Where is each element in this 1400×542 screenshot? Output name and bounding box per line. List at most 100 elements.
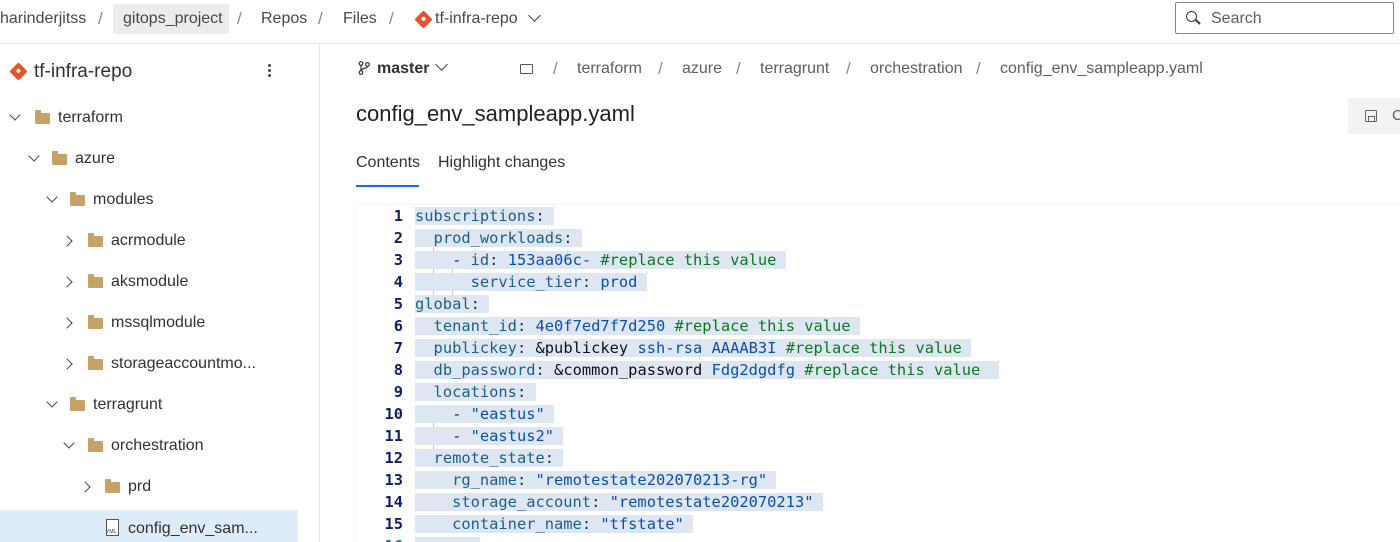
code-editor[interactable]: 1 subscriptions: 2 prod_workloads: 3 - id… bbox=[356, 205, 1400, 542]
line-number: 11 bbox=[384, 427, 403, 445]
code-line[interactable]: 12 remote_state: bbox=[356, 447, 1400, 469]
code-line[interactable]: 4 service_tier: prod bbox=[356, 271, 1400, 293]
code-line[interactable]: 11 - "eastus2" bbox=[356, 425, 1400, 447]
folder-icon bbox=[35, 110, 50, 124]
code-text: ... bbox=[415, 535, 480, 542]
code-text: - "eastus2" bbox=[415, 425, 564, 447]
code-line[interactable]: 15 container_name: "tfstate" bbox=[356, 513, 1400, 535]
chevron-down-icon[interactable] bbox=[528, 9, 541, 22]
chevron-right-icon[interactable] bbox=[61, 317, 73, 329]
tree-item-orchestration[interactable]: orchestration bbox=[0, 427, 298, 468]
chevron-down-icon[interactable] bbox=[63, 437, 75, 449]
code-line[interactable]: 16 ... bbox=[356, 535, 1400, 542]
top-bar: harinderjitss / gitops_project / Repos /… bbox=[0, 0, 1400, 44]
commit-button[interactable]: C bbox=[1348, 98, 1400, 134]
tree-item-azure[interactable]: azure bbox=[0, 140, 298, 181]
chevron-down-icon[interactable] bbox=[46, 396, 58, 408]
tree-item-modules[interactable]: modules bbox=[0, 181, 298, 222]
tree-item-label: prd bbox=[128, 478, 152, 495]
breadcrumb-files[interactable]: Files bbox=[343, 10, 377, 28]
folder-icon bbox=[88, 438, 103, 452]
line-number: 5 bbox=[393, 295, 403, 313]
path-item[interactable]: azure bbox=[682, 60, 722, 78]
tree-item-label: acrmodule bbox=[111, 232, 186, 249]
git-repo-icon bbox=[414, 10, 433, 29]
file-viewer: master / terraform / azure / terragrunt … bbox=[321, 44, 1400, 542]
line-number: 3 bbox=[393, 251, 403, 269]
chevron-right-icon[interactable] bbox=[79, 481, 91, 493]
folder-outline-icon bbox=[520, 64, 533, 74]
tree-item-acrmodule[interactable]: acrmodule bbox=[0, 222, 298, 263]
tree-item-prd[interactable]: prd bbox=[0, 468, 298, 509]
tree-item-terragrunt[interactable]: terragrunt bbox=[0, 386, 298, 427]
line-number: 9 bbox=[393, 383, 403, 401]
path-item[interactable]: orchestration bbox=[870, 60, 963, 78]
line-number: 1 bbox=[393, 207, 403, 225]
tree-item-storageaccountmodule[interactable]: storageaccountmo... bbox=[0, 345, 298, 386]
chevron-down-icon[interactable] bbox=[28, 150, 40, 162]
breadcrumb-separator: / bbox=[318, 9, 323, 28]
code-line[interactable]: 3 - id: 153aa06c- #replace this value bbox=[356, 249, 1400, 271]
path-item[interactable]: terragrunt bbox=[760, 60, 829, 78]
search-icon bbox=[1186, 11, 1197, 22]
folder-icon bbox=[52, 151, 67, 165]
code-line[interactable]: 6 tenant_id: 4e0f7ed7f7d250 #replace thi… bbox=[356, 315, 1400, 337]
code-line[interactable]: 14 storage_account: "remotestate20207021… bbox=[356, 491, 1400, 513]
code-line[interactable]: 8 db_password: &common_password Fdg2dgdf… bbox=[356, 359, 1400, 381]
search-input[interactable]: Search bbox=[1175, 2, 1394, 34]
line-number: 8 bbox=[393, 361, 403, 379]
tree-item-aksmodule[interactable]: aksmodule bbox=[0, 263, 298, 304]
code-line[interactable]: 10 - "eastus" bbox=[356, 403, 1400, 425]
breadcrumb-project[interactable]: gitops_project bbox=[123, 10, 223, 28]
line-number: 10 bbox=[384, 405, 403, 423]
tree-item-label: terraform bbox=[58, 109, 123, 126]
code-text: tenant_id: 4e0f7ed7f7d250 #replace this … bbox=[415, 315, 860, 337]
tree-item-label: terragrunt bbox=[93, 396, 163, 413]
tree-item-label: storageaccountmo... bbox=[111, 355, 256, 372]
code-text: storage_account: "remotestate202070213" bbox=[415, 491, 823, 513]
tab-highlight-changes[interactable]: Highlight changes bbox=[438, 154, 565, 172]
search-placeholder: Search bbox=[1211, 10, 1262, 27]
more-options-icon[interactable] bbox=[268, 64, 271, 78]
code-line[interactable]: 1 subscriptions: bbox=[356, 205, 1400, 227]
breadcrumb-separator: / bbox=[237, 9, 242, 28]
branch-selector[interactable]: master bbox=[377, 60, 429, 78]
chevron-down-icon[interactable] bbox=[9, 109, 21, 121]
tab-contents[interactable]: Contents bbox=[356, 154, 420, 172]
chevron-down-icon[interactable] bbox=[46, 191, 58, 203]
path-item[interactable]: terraform bbox=[577, 60, 642, 78]
code-text: locations: bbox=[415, 381, 536, 403]
chevron-down-icon[interactable] bbox=[435, 58, 448, 71]
chevron-right-icon[interactable] bbox=[61, 276, 73, 288]
code-text: publickey: &publickey ssh-rsa AAAAB3I #r… bbox=[415, 337, 972, 359]
code-text: prod_workloads: bbox=[415, 227, 582, 249]
tree-item-label: config_env_sam... bbox=[128, 520, 258, 537]
path-item-current[interactable]: config_env_sampleapp.yaml bbox=[1000, 60, 1203, 78]
code-line[interactable]: 2 prod_workloads: bbox=[356, 227, 1400, 249]
line-number: 15 bbox=[384, 515, 403, 533]
breadcrumb-repo[interactable]: tf-infra-repo bbox=[435, 10, 518, 28]
line-number: 13 bbox=[384, 471, 403, 489]
code-line[interactable]: 9 locations: bbox=[356, 381, 1400, 403]
breadcrumb-separator: / bbox=[389, 9, 394, 28]
tree-item-mssqlmodule[interactable]: mssqlmodule bbox=[0, 304, 298, 345]
active-tab-indicator bbox=[356, 185, 419, 187]
breadcrumb-repos[interactable]: Repos bbox=[261, 10, 307, 28]
tree-item-terraform[interactable]: terraform bbox=[0, 99, 298, 140]
code-line[interactable]: 7 publickey: &publickey ssh-rsa AAAAB3I … bbox=[356, 337, 1400, 359]
code-line[interactable]: 5 global: bbox=[356, 293, 1400, 315]
git-repo-icon bbox=[9, 62, 28, 81]
page-title: config_env_sampleapp.yaml bbox=[356, 101, 635, 126]
sidebar-repo-name[interactable]: tf-infra-repo bbox=[34, 61, 132, 83]
folder-icon bbox=[88, 356, 103, 370]
tree-item-config-file[interactable]: config_env_sam... bbox=[0, 510, 298, 542]
branch-icon bbox=[358, 61, 370, 75]
code-text: global: bbox=[415, 293, 490, 315]
code-line[interactable]: 13 rg_name: "remotestate202070213-rg" bbox=[356, 469, 1400, 491]
chevron-right-icon[interactable] bbox=[61, 358, 73, 370]
line-number: 14 bbox=[384, 493, 403, 511]
breadcrumb-org[interactable]: harinderjitss bbox=[0, 10, 86, 28]
code-text: subscriptions: bbox=[415, 205, 555, 227]
chevron-right-icon[interactable] bbox=[61, 235, 73, 247]
tree-item-label: modules bbox=[93, 191, 154, 208]
